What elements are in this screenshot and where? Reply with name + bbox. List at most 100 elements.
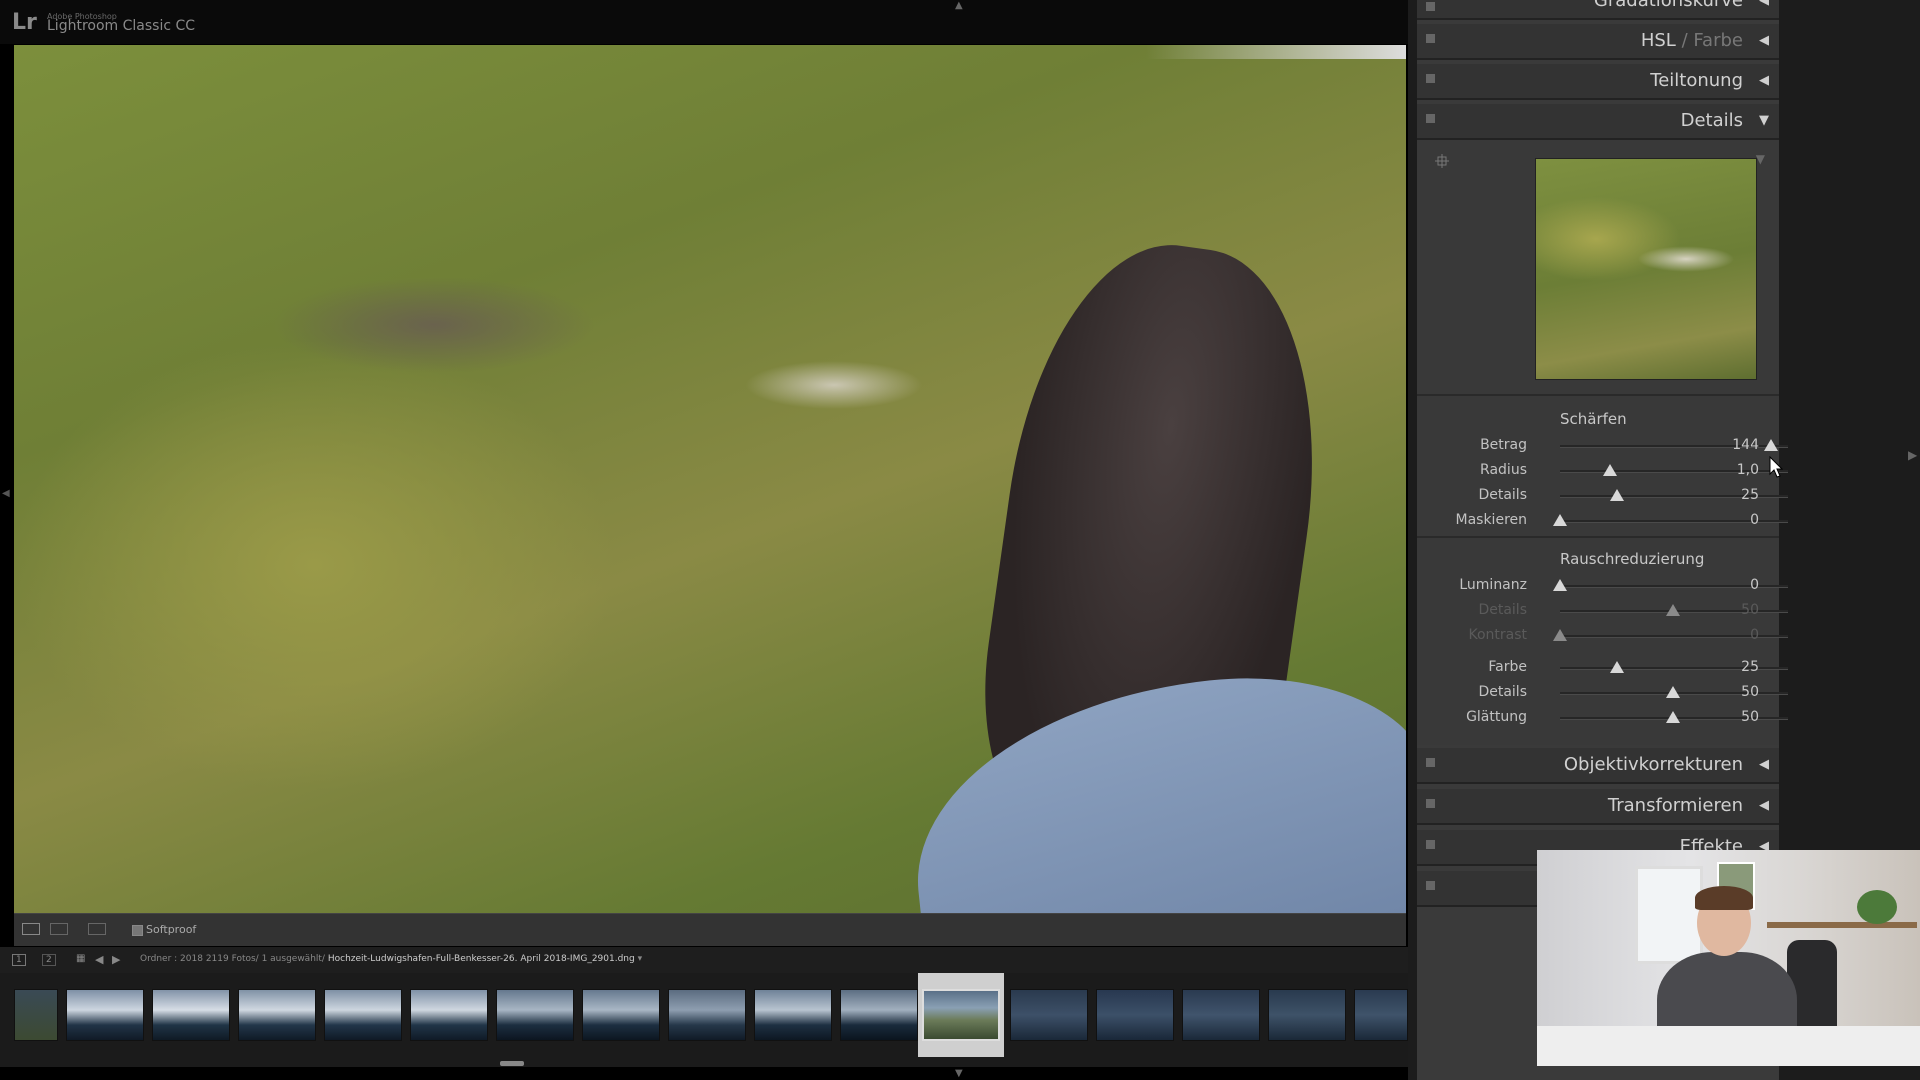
- slider-value[interactable]: 0: [1750, 512, 1759, 528]
- section-hsl[interactable]: HSL / Farbe ◀: [1417, 24, 1779, 60]
- back-arrow-icon[interactable]: ◀: [95, 953, 103, 966]
- top-panel-toggle-icon[interactable]: ▲: [955, 0, 963, 11]
- thumbnail[interactable]: [1182, 989, 1260, 1041]
- filmstrip-scrollbar[interactable]: [500, 1061, 524, 1066]
- slider-label: Radius: [1480, 462, 1527, 478]
- thumbnail[interactable]: [66, 989, 144, 1041]
- slider-value[interactable]: 0: [1750, 627, 1759, 643]
- section-toggle[interactable]: [1426, 881, 1435, 890]
- slider-details[interactable]: Details 50: [1417, 599, 1788, 623]
- grid-view-icon[interactable]: ▦: [76, 953, 85, 964]
- slider-value[interactable]: 25: [1741, 659, 1759, 675]
- thumbnail[interactable]: [754, 989, 832, 1041]
- slider-maskieren[interactable]: Maskieren 0: [1417, 509, 1788, 533]
- slider-handle[interactable]: [1666, 686, 1680, 698]
- hsl-tab[interactable]: HSL: [1641, 30, 1676, 51]
- loupe-view-icon[interactable]: [22, 923, 40, 935]
- before-after-icon[interactable]: [88, 923, 106, 935]
- slider-label: Luminanz: [1459, 577, 1527, 593]
- collapse-arrow-icon[interactable]: ◀: [1759, 33, 1769, 48]
- thumbnail[interactable]: [1096, 989, 1174, 1041]
- section-transformieren[interactable]: Transformieren ◀: [1417, 789, 1779, 825]
- slider-handle[interactable]: [1666, 604, 1680, 616]
- forward-arrow-icon[interactable]: ▶: [112, 953, 120, 966]
- thumbnail[interactable]: [324, 989, 402, 1041]
- slider-radius[interactable]: Radius 1,0: [1417, 459, 1788, 483]
- page-1-button[interactable]: 1: [12, 954, 26, 966]
- section-teiltonung[interactable]: Teiltonung ◀: [1417, 64, 1779, 100]
- slider-luminanz[interactable]: Luminanz 0: [1417, 574, 1788, 598]
- compare-view-icon[interactable]: [50, 923, 68, 935]
- section-objektivkorrekturen[interactable]: Objektivkorrekturen ◀: [1417, 748, 1779, 784]
- slider-betrag[interactable]: Betrag 144: [1417, 434, 1788, 458]
- thumbnail[interactable]: [410, 989, 488, 1041]
- softproof-checkbox[interactable]: [132, 925, 143, 936]
- slider-handle[interactable]: [1763, 439, 1778, 451]
- farbe-tab[interactable]: Farbe: [1693, 30, 1743, 51]
- thumbnail[interactable]: [1010, 989, 1088, 1041]
- thumbnail[interactable]: [14, 989, 58, 1041]
- thumbnail-selected[interactable]: [922, 989, 1000, 1041]
- webcam-desk: [1537, 1026, 1920, 1066]
- slider-value[interactable]: 0: [1750, 577, 1759, 593]
- slider-handle[interactable]: [1553, 629, 1567, 641]
- slider-value[interactable]: 25: [1741, 487, 1759, 503]
- thumbnail[interactable]: [840, 989, 918, 1041]
- main-photo[interactable]: [14, 45, 1406, 913]
- section-toggle[interactable]: [1426, 34, 1435, 43]
- filmstrip-header: 1 2 ▦ ◀ ▶ Ordner : 2018 2119 Fotos/ 1 au…: [0, 947, 1408, 973]
- slider-value[interactable]: 1,0: [1737, 462, 1759, 478]
- slider-handle[interactable]: [1603, 464, 1618, 476]
- collapse-arrow-icon[interactable]: ◀: [1759, 73, 1769, 88]
- slider-details[interactable]: Details 25: [1417, 484, 1788, 508]
- collapse-arrow-icon[interactable]: ◀: [1759, 757, 1769, 772]
- detail-preview[interactable]: [1535, 158, 1757, 380]
- slider-value[interactable]: 50: [1741, 602, 1759, 618]
- left-panel-toggle-icon[interactable]: ◀: [2, 488, 10, 499]
- slider-handle[interactable]: [1609, 661, 1624, 673]
- section-toggle[interactable]: [1426, 2, 1435, 11]
- section-toggle[interactable]: [1426, 840, 1435, 849]
- slider-label: Glättung: [1466, 709, 1527, 725]
- section-gradationskurve[interactable]: Gradationskurve ◀: [1417, 0, 1779, 20]
- thumbnail[interactable]: [238, 989, 316, 1041]
- thumbnail[interactable]: [582, 989, 660, 1041]
- section-details[interactable]: Details ▼: [1417, 104, 1779, 140]
- section-toggle[interactable]: [1426, 758, 1435, 767]
- slider-glättung[interactable]: Glättung 50: [1417, 706, 1788, 730]
- slider-kontrast[interactable]: Kontrast 0: [1417, 624, 1788, 648]
- lightroom-logo: Lr: [12, 10, 37, 35]
- slider-farbe[interactable]: Farbe 25: [1417, 656, 1788, 680]
- section-toggle[interactable]: [1426, 74, 1435, 83]
- expand-arrow-icon[interactable]: ▼: [1759, 113, 1769, 128]
- thumbnail[interactable]: [668, 989, 746, 1041]
- slider-handle[interactable]: [1666, 711, 1680, 723]
- divider: [1417, 394, 1779, 396]
- section-title: HSL / Farbe: [1641, 30, 1743, 51]
- right-panel-toggle-icon[interactable]: ▶: [1908, 448, 1917, 462]
- collapse-arrow-icon[interactable]: ◀: [1759, 798, 1769, 813]
- slider-value[interactable]: 144: [1732, 437, 1759, 453]
- slider-handle[interactable]: [1553, 514, 1567, 526]
- thumbnail[interactable]: [1268, 989, 1346, 1041]
- thumbnail[interactable]: [152, 989, 230, 1041]
- preview-toggle-icon[interactable]: ▼: [1756, 152, 1765, 166]
- thumbnail[interactable]: [1354, 989, 1408, 1041]
- bottom-panel-toggle-icon[interactable]: ▼: [955, 1068, 963, 1079]
- slider-details[interactable]: Details 50: [1417, 681, 1788, 705]
- target-icon[interactable]: [1435, 154, 1449, 168]
- slider-value[interactable]: 50: [1741, 709, 1759, 725]
- slider-handle[interactable]: [1553, 579, 1567, 591]
- slider-handle[interactable]: [1609, 489, 1624, 501]
- filmstrip[interactable]: [0, 973, 1408, 1067]
- slider-value[interactable]: 50: [1741, 684, 1759, 700]
- photo-jeans: [899, 658, 1406, 913]
- filmstrip-source[interactable]: Ordner : 2018 2119 Fotos/ 1 ausgewählt/ …: [140, 954, 642, 964]
- source-dropdown-icon[interactable]: ▾: [638, 954, 643, 964]
- section-toggle[interactable]: [1426, 114, 1435, 123]
- page-2-button[interactable]: 2: [42, 954, 56, 966]
- section-toggle[interactable]: [1426, 799, 1435, 808]
- slider-label: Betrag: [1480, 437, 1527, 453]
- collapse-arrow-icon[interactable]: ◀: [1759, 0, 1769, 8]
- thumbnail[interactable]: [496, 989, 574, 1041]
